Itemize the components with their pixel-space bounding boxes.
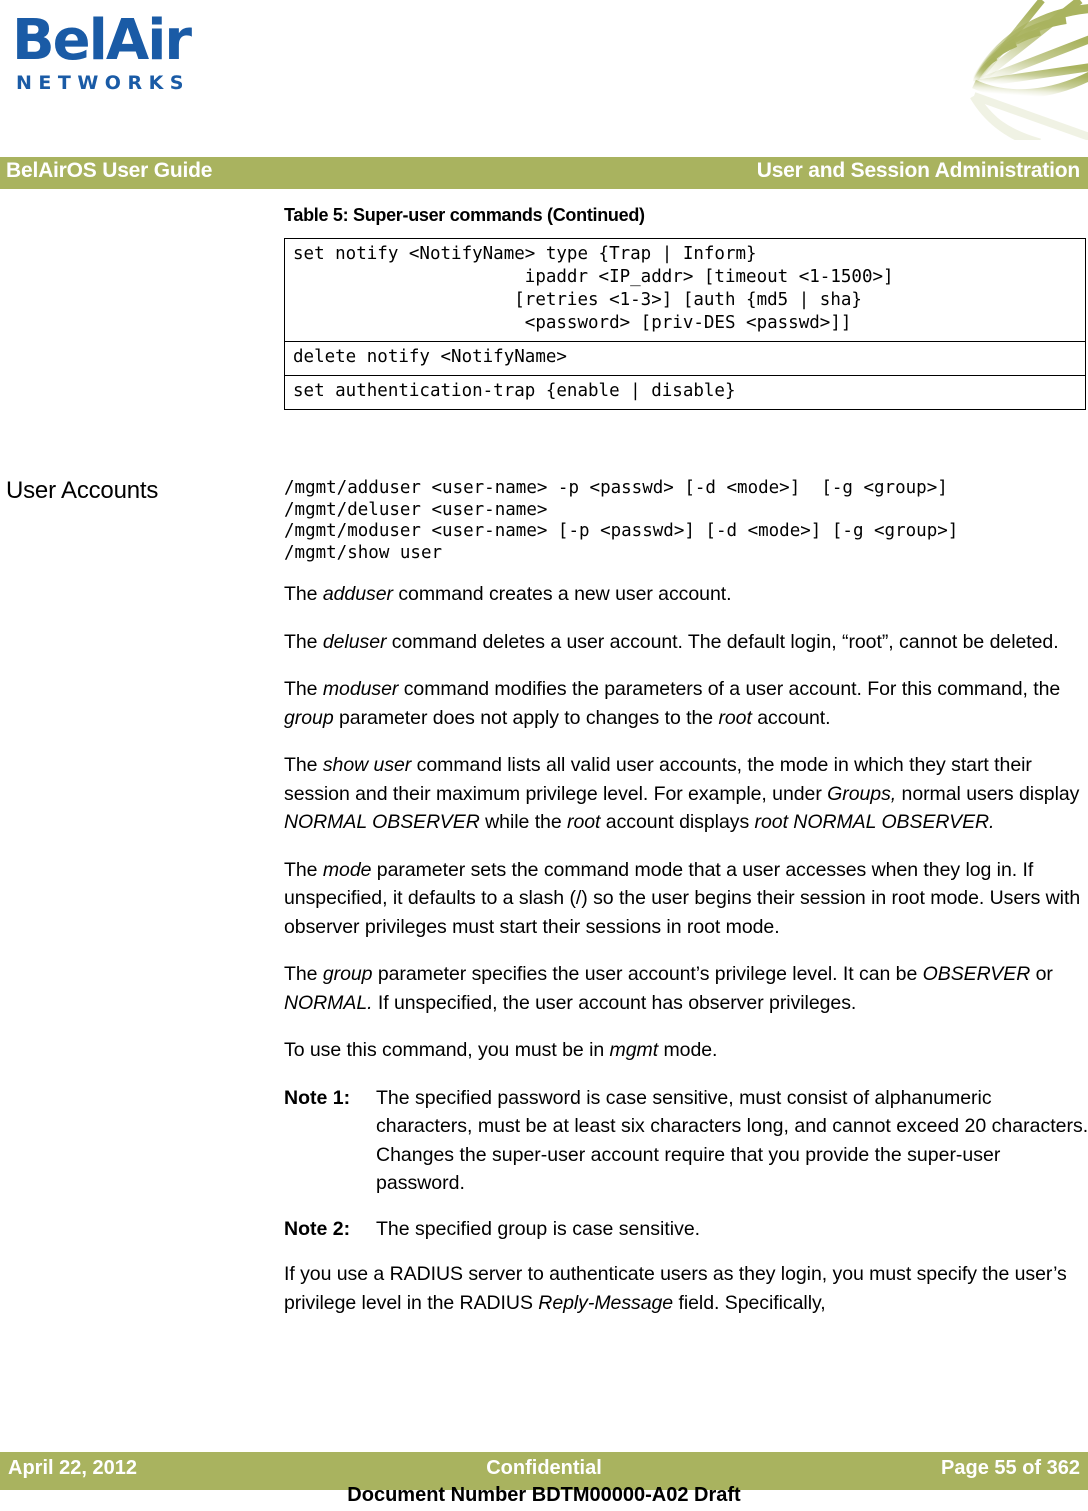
command-text: set authentication-trap {enable | disabl…	[293, 381, 736, 401]
paragraph-radius: If you use a RADIUS server to authentica…	[284, 1263, 1067, 1314]
page-header-bar: BelAirOS User Guide User and Session Adm…	[0, 157, 1088, 189]
paragraph-mode-parameter: The mode parameter sets the command mode…	[284, 858, 1081, 938]
command-text: set notify <NotifyName> type {Trap | Inf…	[293, 244, 894, 333]
section-body: /mgmt/adduser <user-name> -p <passwd> [-…	[284, 478, 1088, 1336]
note-2-text: The specified group is case sensitive.	[376, 1217, 701, 1240]
belair-networks-logo: BelAir NETWORKS	[12, 12, 222, 112]
paragraph-group-parameter: The group parameter specifies the user a…	[284, 963, 1053, 1014]
table-cell-command: set authentication-trap {enable | disabl…	[284, 375, 1086, 410]
table-row: set authentication-trap {enable | disabl…	[284, 375, 1086, 410]
note-2: Note 2: The specified group is case sens…	[284, 1215, 1088, 1244]
user-account-command-block: /mgmt/adduser <user-name> -p <passwd> [-…	[284, 478, 959, 563]
note-1-label: Note 1:	[284, 1086, 351, 1109]
table-row: set notify <NotifyName> type {Trap | Inf…	[284, 238, 1086, 342]
section-heading-user-accounts: User Accounts	[6, 477, 159, 504]
table-caption: Table 5: Super-user commands (Continued)	[284, 205, 645, 225]
table-body: set notify <NotifyName> type {Trap | Inf…	[284, 238, 1086, 410]
note-1-text: The specified password is case sensitive…	[376, 1086, 1088, 1195]
paragraph-moduser: The moduser command modifies the paramet…	[284, 678, 1061, 729]
super-user-commands-table: set notify <NotifyName> type {Trap | Inf…	[284, 238, 1086, 410]
logo-subtitle: NETWORKS	[16, 72, 190, 94]
note-1: Note 1: The specified password is case s…	[284, 1084, 1088, 1198]
table-cell-command: set notify <NotifyName> type {Trap | Inf…	[284, 238, 1086, 342]
note-2-label: Note 2:	[284, 1217, 351, 1240]
table-section: Table 5: Super-user commands (Continued)…	[284, 205, 1088, 410]
command-text: delete notify <NotifyName>	[293, 347, 567, 367]
table-cell-command: delete notify <NotifyName>	[284, 341, 1086, 376]
logo-wordmark: BelAir	[12, 8, 192, 73]
table-row: delete notify <NotifyName>	[284, 341, 1086, 376]
footer-document-number: Document Number BDTM00000-A02 Draft	[347, 1484, 741, 1506]
paragraph-adduser: The adduser command creates a new user a…	[284, 583, 732, 605]
paragraph-deluser: The deluser command deletes a user accou…	[284, 630, 1059, 653]
paragraph-show-user: The show user command lists all valid us…	[284, 754, 1080, 833]
radio-wave-decoration-icon	[930, 0, 1088, 140]
paragraph-mgmt-mode: To use this command, you must be in mgmt…	[284, 1039, 718, 1061]
header-chapter-title: User and Session Administration	[756, 159, 1080, 182]
header-document-title: BelAirOS User Guide	[6, 159, 213, 182]
footer-classification: Confidential	[486, 1457, 602, 1479]
footer-page-number: Page 55 of 362	[941, 1457, 1080, 1479]
